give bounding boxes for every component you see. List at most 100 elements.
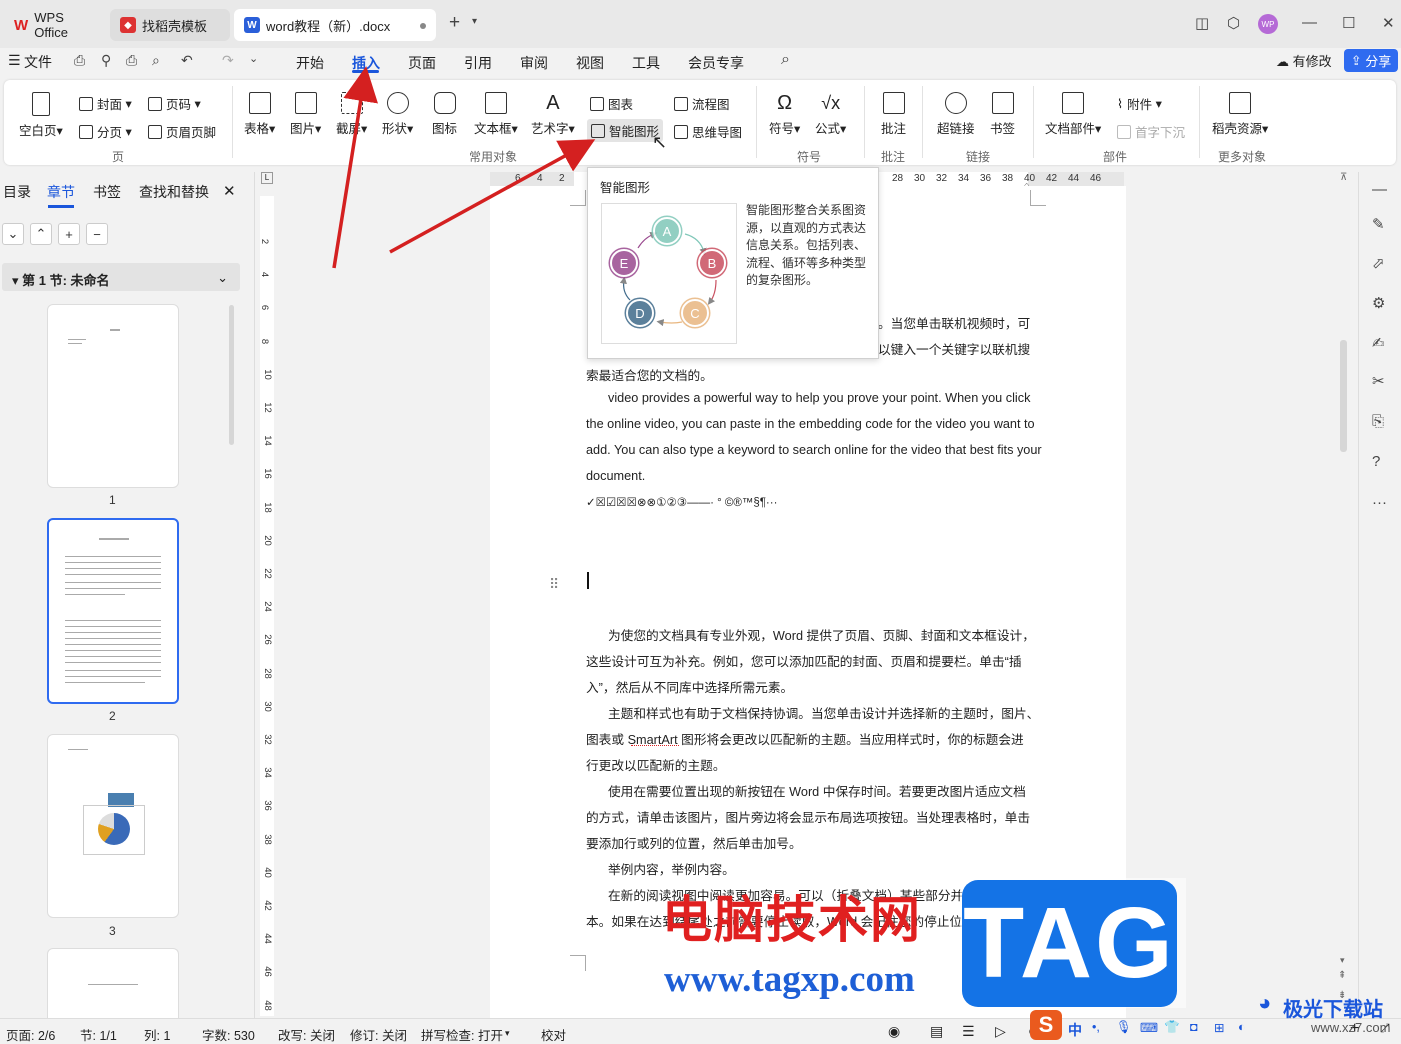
more-icon[interactable]: ··· xyxy=(1372,494,1387,511)
icon-button[interactable]: 图标 xyxy=(432,92,457,137)
cube-icon[interactable]: ⬡ xyxy=(1227,14,1240,32)
textbox-button[interactable]: 文本框▾ xyxy=(474,92,518,137)
sign-icon[interactable]: ✍ xyxy=(1372,334,1385,352)
status-column[interactable]: 列: 1 xyxy=(144,1025,170,1044)
bookmark-button[interactable]: 书签 xyxy=(990,92,1015,137)
header-footer-button[interactable]: 页眉页脚 xyxy=(148,122,216,141)
layout-icon[interactable]: ◫ xyxy=(1195,14,1209,32)
menu-member[interactable]: 会员专享 xyxy=(688,53,744,73)
preview-icon[interactable]: ⌕ xyxy=(152,52,160,69)
daoke-resources-button[interactable]: 稻壳资源▾ xyxy=(1212,92,1268,137)
doc-parts-button[interactable]: 文档部件▾ xyxy=(1045,92,1101,137)
table-button[interactable]: 表格▾ xyxy=(244,92,275,137)
chevron-down-icon[interactable]: ⌄ xyxy=(2,223,24,245)
play-icon[interactable]: ▷ xyxy=(995,1023,1006,1040)
new-tab-button[interactable]: + xyxy=(449,12,460,34)
modified-status-button[interactable]: ☁ 有修改 xyxy=(1276,51,1332,70)
select-icon[interactable]: ⬀ xyxy=(1372,254,1385,272)
status-revision[interactable]: 修订: 关闭 xyxy=(350,1025,407,1044)
nav-tab-bookmark[interactable]: 书签 xyxy=(93,182,121,202)
eye-icon[interactable]: ◉ xyxy=(888,1023,900,1040)
collapse-icon[interactable]: — xyxy=(1372,181,1387,198)
chevron-down-icon[interactable]: ⌄ xyxy=(249,52,258,65)
formula-button[interactable]: √x 公式▾ xyxy=(815,92,846,137)
blank-page-button[interactable]: 空白页▾ xyxy=(19,92,63,139)
close-icon[interactable]: ✕ xyxy=(1382,14,1395,32)
print-icon[interactable]: ⎙ xyxy=(126,52,137,69)
menu-file[interactable]: 文件 xyxy=(24,52,52,72)
share-button[interactable]: ⇪ 分享 xyxy=(1344,49,1398,72)
book-icon[interactable]: ⎘ xyxy=(1372,413,1384,430)
shape-button[interactable]: 形状▾ xyxy=(382,92,413,137)
undo-icon[interactable]: ↶ xyxy=(181,52,193,69)
page-thumbnail-4[interactable] xyxy=(47,948,179,1018)
menu-start[interactable]: 开始 xyxy=(296,53,324,73)
page-break-button[interactable]: 分页 ▾ xyxy=(79,122,132,141)
attachment-button[interactable]: ⌇ 附件 ▾ xyxy=(1117,94,1162,113)
nav-tab-find-replace[interactable]: 查找和替换 xyxy=(139,182,209,202)
nav-tab-section[interactable]: 章节 xyxy=(47,182,75,202)
status-spellcheck[interactable]: 拼写检查: 打开 xyxy=(421,1025,503,1044)
cover-button[interactable]: 封面 ▾ xyxy=(79,94,132,113)
shirt-icon[interactable]: 👕 xyxy=(1164,1020,1180,1035)
screenshot-button[interactable]: 截屏▾ xyxy=(336,92,367,137)
save-icon[interactable]: ⎙ xyxy=(74,52,85,69)
scroll-down-icon[interactable]: ▾ xyxy=(1340,955,1345,966)
symbol-button[interactable]: Ω 符号▾ xyxy=(769,92,800,137)
tools-icon[interactable]: ✂ xyxy=(1372,372,1385,390)
page-number-button[interactable]: 页码 ▾ xyxy=(148,94,201,113)
chevron-up-icon[interactable]: ⌃ xyxy=(30,223,52,245)
game-icon[interactable]: ◘ xyxy=(1190,1020,1198,1034)
mic-icon[interactable]: 🎙 xyxy=(1116,1020,1132,1035)
menu-tools[interactable]: 工具 xyxy=(632,53,660,73)
status-proofread[interactable]: 校对 xyxy=(541,1025,566,1044)
chevron-down-icon[interactable]: ▾ xyxy=(505,1028,510,1039)
help-icon[interactable]: ? xyxy=(1372,453,1380,470)
status-page[interactable]: 页面: 2/6 xyxy=(6,1025,55,1044)
hyperlink-button[interactable]: 超链接 xyxy=(937,92,975,137)
punctuation-icon[interactable]: •, xyxy=(1092,1020,1100,1034)
status-wordcount[interactable]: 字数: 530 xyxy=(202,1025,255,1044)
maximize-icon[interactable]: ☐ xyxy=(1342,14,1355,32)
sogou-ime-icon[interactable]: S xyxy=(1030,1010,1062,1040)
flowchart-button[interactable]: 流程图 xyxy=(674,94,730,113)
tab-template[interactable]: ◆ 找稻壳模板 xyxy=(110,9,230,41)
tab-stop-icon[interactable]: L xyxy=(261,172,273,184)
ruler-toggle-icon[interactable]: ⊼ xyxy=(1340,172,1347,183)
document-scrollbar[interactable] xyxy=(1340,340,1347,452)
close-panel-icon[interactable]: ✕ xyxy=(223,182,236,200)
panel-scrollbar[interactable] xyxy=(229,305,234,445)
ime-mode[interactable]: 中 xyxy=(1068,1020,1082,1040)
minimize-icon[interactable]: — xyxy=(1302,14,1317,31)
wordart-button[interactable]: A 艺术字▾ xyxy=(531,92,575,137)
nav-tab-toc[interactable]: 目录 xyxy=(3,182,31,202)
status-overwrite[interactable]: 改写: 关闭 xyxy=(278,1025,335,1044)
menu-reference[interactable]: 引用 xyxy=(464,53,492,73)
adjust-icon[interactable]: ⚙ xyxy=(1372,294,1385,312)
search-icon[interactable]: ⌕ xyxy=(781,51,790,69)
tab-document[interactable]: W word教程（新）.docx xyxy=(234,9,436,41)
fullwidth-icon[interactable]: ◐ xyxy=(1238,1020,1246,1034)
redo-icon[interactable]: ↷ xyxy=(222,52,234,69)
page-thumbnail-2[interactable] xyxy=(47,518,179,704)
grid-icon[interactable]: ⊞ xyxy=(1214,1020,1224,1035)
mindmap-button[interactable]: 思维导图 xyxy=(674,122,742,141)
avatar[interactable]: WP xyxy=(1258,14,1278,34)
link-icon[interactable]: ⚲ xyxy=(101,52,111,69)
menu-view[interactable]: 视图 xyxy=(576,53,604,73)
menu-page[interactable]: 页面 xyxy=(408,53,436,73)
hamburger-icon[interactable]: ☰ xyxy=(8,52,21,69)
picture-button[interactable]: 图片▾ xyxy=(290,92,321,137)
page-thumbnail-1[interactable] xyxy=(47,304,179,488)
comment-button[interactable]: 批注 xyxy=(881,92,906,137)
chevron-down-icon[interactable]: ▾ xyxy=(472,16,477,27)
status-section[interactable]: 节: 1/1 xyxy=(80,1025,117,1044)
remove-section-button[interactable]: − xyxy=(86,223,108,245)
section-header[interactable]: ▾ 第 1 节: 未命名 ⌄ xyxy=(2,263,240,291)
menu-review[interactable]: 审阅 xyxy=(520,53,548,73)
page-view-icon[interactable]: ▤ xyxy=(930,1023,943,1040)
add-section-button[interactable]: + xyxy=(58,223,80,245)
page-thumbnail-3[interactable] xyxy=(47,734,179,918)
tab-wps-office[interactable]: W WPS Office xyxy=(4,9,104,41)
prev-page-icon[interactable]: ⇞ xyxy=(1338,970,1346,981)
